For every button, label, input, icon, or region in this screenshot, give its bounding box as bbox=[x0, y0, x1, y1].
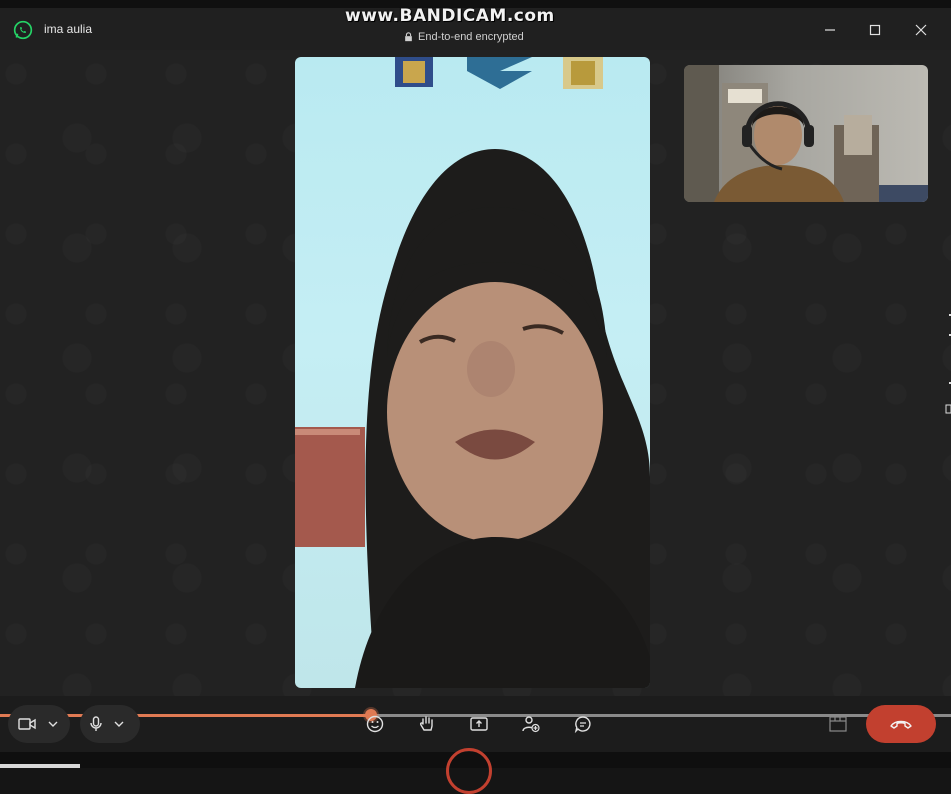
recorder-watermark: www.BANDICAM.com bbox=[345, 6, 555, 26]
chat-button[interactable] bbox=[572, 713, 594, 735]
end-call-icon bbox=[890, 720, 912, 729]
call-window: ima aulia End-to-end encrypted www.BANDI… bbox=[0, 0, 951, 794]
chevron-down-icon[interactable] bbox=[114, 719, 124, 729]
remote-participant-image bbox=[295, 57, 650, 688]
chat-icon bbox=[574, 716, 591, 733]
end-call-button[interactable] bbox=[866, 705, 936, 743]
video-camera-icon[interactable] bbox=[18, 717, 36, 731]
recording-indicator bbox=[446, 748, 492, 794]
close-button[interactable] bbox=[909, 18, 933, 42]
edge-handle bbox=[945, 314, 951, 414]
emoji-icon bbox=[366, 715, 384, 733]
emoji-button[interactable] bbox=[364, 713, 386, 735]
lock-icon bbox=[405, 32, 412, 42]
layout-button[interactable] bbox=[827, 713, 849, 735]
local-participant-image bbox=[684, 65, 928, 202]
close-icon bbox=[915, 24, 927, 36]
maximize-button[interactable] bbox=[863, 18, 887, 42]
window-title: ima aulia bbox=[44, 22, 93, 36]
self-video-preview[interactable] bbox=[684, 65, 928, 202]
video-stage bbox=[0, 50, 951, 696]
encryption-notice: End-to-end encrypted bbox=[404, 31, 524, 43]
camera-control[interactable] bbox=[8, 705, 70, 743]
raise-hand-icon bbox=[420, 716, 433, 731]
remote-video[interactable] bbox=[295, 57, 650, 688]
maximize-icon bbox=[869, 24, 881, 36]
whatsapp-icon bbox=[13, 20, 33, 40]
share-screen-icon bbox=[470, 717, 488, 731]
raise-hand-button[interactable] bbox=[416, 713, 438, 735]
minimize-icon bbox=[825, 29, 835, 31]
add-participant-button[interactable] bbox=[520, 713, 542, 735]
encryption-text: End-to-end encrypted bbox=[418, 31, 524, 43]
share-screen-button[interactable] bbox=[468, 713, 490, 735]
chevron-down-icon[interactable] bbox=[48, 719, 58, 729]
add-participant-icon bbox=[522, 716, 540, 733]
taskbar-indicator bbox=[0, 764, 80, 768]
minimize-button[interactable] bbox=[818, 18, 842, 42]
microphone-control[interactable] bbox=[80, 705, 140, 743]
microphone-icon[interactable] bbox=[90, 716, 102, 732]
layout-icon bbox=[829, 716, 847, 732]
